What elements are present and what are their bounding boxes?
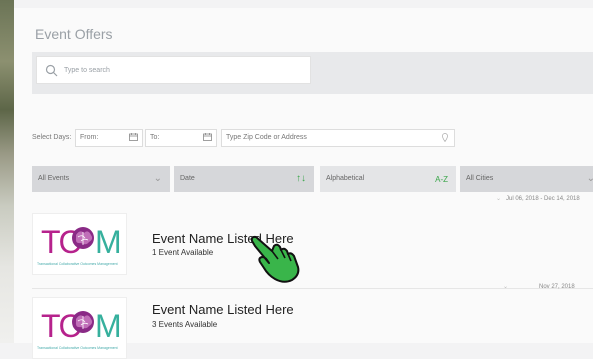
filter-bar: All Events ⌄ Date ↑↓ Alphabetical A-Z Al… [32, 166, 593, 192]
date-sort-label: Date [180, 175, 195, 182]
chevron-down-icon: ⌄ [153, 173, 162, 184]
event-item[interactable]: TC M Transactional Collaborative Outcome… [32, 213, 593, 279]
pointer-hand-icon [250, 235, 300, 283]
select-days-label: Select Days: [32, 134, 72, 141]
alphabetical-label: Alphabetical [326, 175, 365, 182]
event-item[interactable]: TC M Transactional Collaborative Outcome… [32, 295, 593, 359]
brain-icon [72, 311, 94, 333]
chevron-icon: ⌄ [496, 196, 502, 202]
search-placeholder: Type to search [64, 66, 110, 74]
all-events-label: All Events [38, 175, 70, 182]
zip-placeholder: Type Zip Code or Address [226, 134, 307, 141]
search-icon [45, 64, 58, 76]
all-cities-dropdown[interactable]: All Cities ⌄ [460, 166, 593, 192]
date-range-text: Nov 27, 2018 [539, 284, 575, 290]
date-range-text: Jul 06, 2018 - Dec 14, 2018 [506, 196, 580, 202]
search-bar: Type to search [32, 52, 593, 94]
sort-arrows-icon: ↑↓ [296, 173, 306, 184]
to-label: To: [150, 134, 160, 141]
calendar-icon [129, 133, 138, 141]
date-sort-button[interactable]: Date ↑↓ [174, 166, 314, 192]
zip-code-field[interactable]: Type Zip Code or Address [221, 129, 455, 147]
event-count: 1 Event Available [152, 248, 214, 257]
chevron-icon: ⌄ [503, 284, 509, 290]
brain-icon [72, 227, 94, 249]
event-count: 3 Events Available [152, 320, 218, 329]
tcom-logo: TC M Transactional Collaborative Outcome… [32, 297, 127, 359]
event-offers-panel: Event Offers Type to search Select Days:… [14, 8, 593, 359]
page-title: Event Offers [35, 26, 113, 42]
search-input[interactable]: Type to search [36, 56, 311, 84]
all-events-dropdown[interactable]: All Events ⌄ [32, 166, 170, 192]
az-sort-indicator: A-Z [435, 175, 448, 184]
logo-subtitle: Transactional Collaborative Outcomes Man… [37, 262, 118, 266]
to-date-field[interactable]: To: [145, 129, 217, 147]
logo-text-right: M [95, 224, 122, 260]
all-cities-label: All Cities [466, 175, 494, 182]
logo-subtitle: Transactional Collaborative Outcomes Man… [37, 346, 118, 350]
event-name[interactable]: Event Name Listed Here [152, 302, 294, 317]
from-label: From: [80, 134, 99, 141]
divider [32, 288, 593, 289]
from-date-field[interactable]: From: [75, 129, 143, 147]
alphabetical-sort-button[interactable]: Alphabetical A-Z [320, 166, 456, 192]
background-photo-strip [0, 0, 14, 343]
tcom-logo: TC M Transactional Collaborative Outcome… [32, 213, 127, 275]
location-pin-icon [442, 133, 448, 142]
chevron-down-icon: ⌄ [586, 173, 593, 184]
calendar-icon [203, 133, 212, 141]
logo-text-right: M [95, 308, 122, 344]
